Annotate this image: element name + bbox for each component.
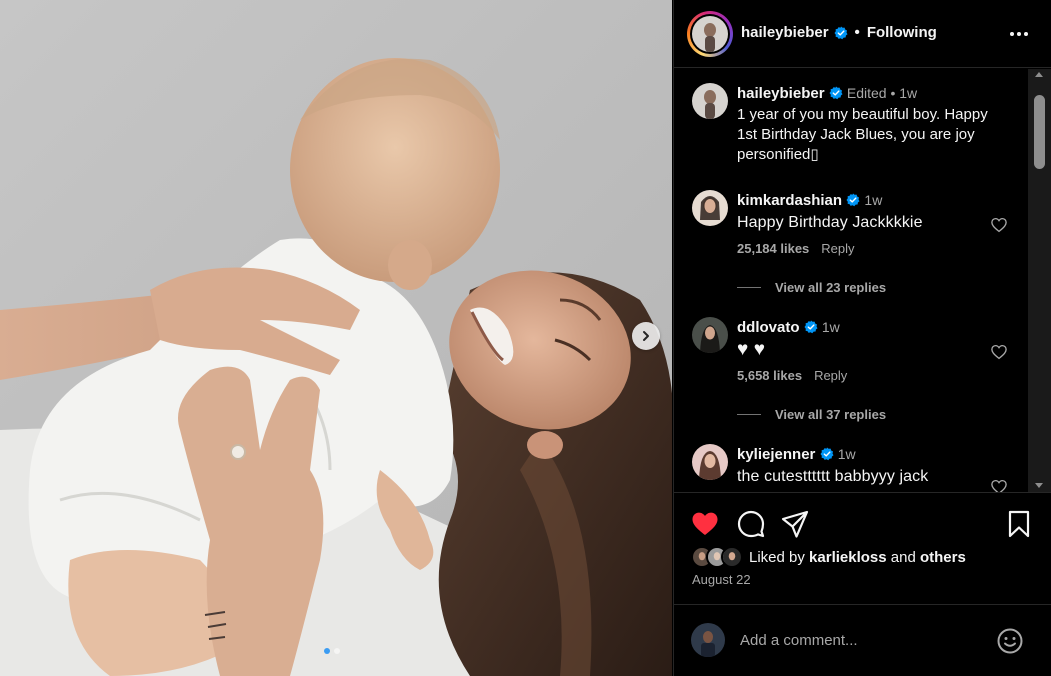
viewer-avatar — [691, 623, 725, 657]
liked-by-prefix: Liked by — [749, 548, 805, 566]
comment-likes[interactable]: 25,184 likes — [737, 241, 809, 256]
caption-meta: Edited • 1w — [846, 85, 918, 101]
caption-text: 1 year of you my beautiful boy. Happy 1s… — [737, 106, 988, 163]
more-horizontal-icon — [1010, 32, 1028, 36]
view-replies-label: View all 37 replies — [775, 407, 887, 422]
verified-badge-icon — [846, 193, 860, 207]
comment-text: the cutestttttt babbyyy jack — [737, 468, 929, 485]
comments-list[interactable]: haileybieber Edited • 1w 1 year of you m… — [674, 69, 1051, 493]
scroll-up-arrow-icon[interactable] — [1035, 72, 1043, 77]
more-options-button[interactable] — [1007, 22, 1031, 46]
post-side-panel: haileybieber • Following haileybieber Ed… — [673, 0, 1051, 676]
view-replies-button[interactable]: View all 37 replies — [737, 407, 886, 422]
smiley-icon[interactable] — [996, 627, 1024, 655]
carousel-dot — [334, 648, 340, 654]
comment-bubble-icon[interactable] — [736, 509, 766, 539]
liked-by-conjunction: and — [890, 548, 916, 566]
next-photo-button[interactable] — [632, 322, 660, 350]
heart-outline-icon[interactable] — [990, 343, 1008, 361]
post-header: haileybieber • Following — [674, 0, 1051, 68]
add-comment-input[interactable] — [740, 627, 980, 653]
post-date[interactable]: August 22 — [692, 572, 751, 587]
commenter-username[interactable]: kyliejenner — [737, 446, 815, 463]
reply-button[interactable]: Reply — [814, 368, 847, 383]
liked-by-user[interactable]: karliekloss — [809, 549, 887, 566]
post-media[interactable] — [0, 0, 672, 676]
verified-badge-icon — [834, 26, 848, 39]
verified-badge-icon — [804, 320, 818, 334]
author-avatar — [692, 16, 728, 52]
author-username[interactable]: haileybieber — [741, 24, 829, 41]
liked-by-others[interactable]: others — [920, 549, 966, 566]
verified-badge-icon — [820, 447, 834, 461]
following-button[interactable]: Following — [867, 24, 937, 41]
caption-username[interactable]: haileybieber — [737, 85, 825, 102]
author-story-ring[interactable] — [687, 11, 733, 57]
carousel-indicator — [324, 648, 340, 654]
commenter-avatar[interactable] — [692, 317, 728, 353]
view-replies-label: View all 23 replies — [775, 280, 887, 295]
scroll-down-arrow-icon[interactable] — [1035, 483, 1043, 488]
commenter-avatar[interactable] — [692, 444, 728, 480]
heart-filled-icon[interactable] — [690, 509, 720, 539]
caption-avatar[interactable] — [692, 83, 728, 119]
paper-plane-icon[interactable] — [780, 509, 810, 539]
commenter-avatar[interactable] — [692, 190, 728, 226]
comment-time: 1w — [821, 319, 840, 335]
verified-badge-icon — [829, 86, 843, 100]
view-replies-button[interactable]: View all 23 replies — [737, 280, 886, 295]
header-separator: • — [854, 24, 860, 41]
liked-by-text: Liked by karliekloss and others — [749, 549, 966, 566]
comment-text: ♥ ♥ — [737, 339, 766, 360]
liker-avatar — [721, 546, 743, 568]
heart-outline-icon[interactable] — [990, 216, 1008, 234]
comment-time: 1w — [864, 192, 883, 208]
scroll-thumb[interactable] — [1034, 95, 1045, 169]
comment-likes[interactable]: 5,658 likes — [737, 368, 802, 383]
carousel-dot-active — [324, 648, 330, 654]
post-modal: haileybieber • Following haileybieber Ed… — [0, 0, 1051, 676]
commenter-username[interactable]: ddlovato — [737, 319, 800, 336]
post-photo — [0, 0, 672, 676]
author-line: haileybieber • Following — [741, 24, 937, 41]
heart-outline-icon[interactable] — [990, 478, 1008, 493]
comments-scrollbar[interactable] — [1028, 69, 1051, 492]
chevron-right-icon — [643, 331, 649, 341]
comment-time: 1w — [837, 446, 856, 462]
reply-button[interactable]: Reply — [821, 241, 854, 256]
liked-by-avatars[interactable] — [691, 546, 743, 568]
commenter-username[interactable]: kimkardashian — [737, 192, 842, 209]
bookmark-icon[interactable] — [1004, 509, 1034, 539]
comment-composer — [674, 604, 1051, 676]
comment-text: Happy Birthday Jackkkkie — [737, 214, 923, 231]
liked-by-row: Liked by karliekloss and others — [691, 545, 966, 569]
